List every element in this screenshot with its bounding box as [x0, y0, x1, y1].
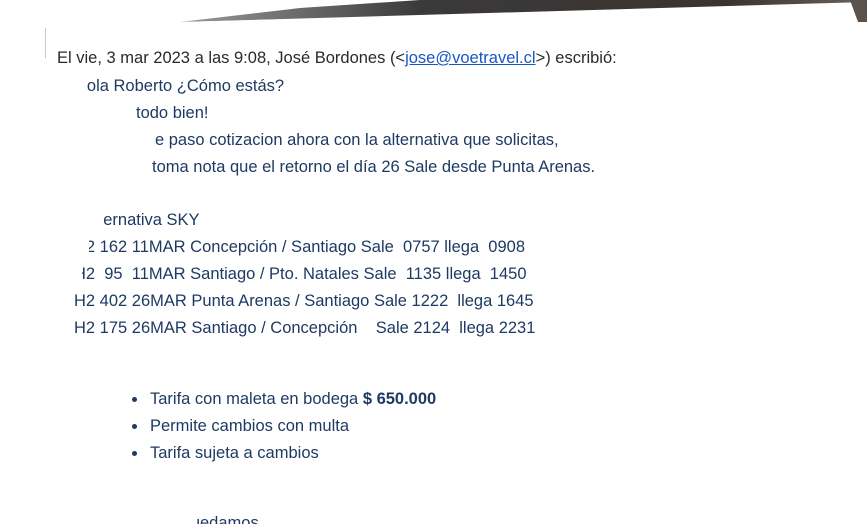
quote-header-prefix: El vie, 3 mar 2023 a las 9:08, José Bord…	[57, 49, 406, 67]
flight-row-4: H2 175 26MAR Santiago / Concepción Sale …	[74, 319, 536, 337]
sender-email-link[interactable]: jose@voetravel.cl	[405, 49, 535, 67]
flight-row-2: H2 95 11MAR Santiago / Pto. Natales Sale…	[82, 265, 527, 283]
bullet-icon	[132, 397, 137, 402]
body-line-return-note: toma nota que el retorno el día 26 Sale …	[152, 158, 596, 176]
fare-price: $ 650.000	[362, 390, 437, 408]
quote-header: El vie, 3 mar 2023 a las 9:08, José Bord…	[57, 49, 617, 68]
quote-rule	[45, 28, 46, 58]
footer-fragment: Quedamos	[195, 514, 259, 524]
bullet-icon	[132, 451, 137, 456]
flight-row-3: H2 402 26MAR Punta Arenas / Santiago Sal…	[74, 292, 534, 310]
body-line-status: todo bien!	[136, 104, 209, 122]
fare-label: Tarifa con maleta en bodega	[150, 390, 363, 408]
bullet-icon	[132, 424, 137, 429]
body-line-greeting: Hola Roberto ¿Cómo estás?	[86, 77, 285, 95]
subject-to-change-label: Tarifa sujeta a cambios	[150, 444, 319, 462]
changes-label: Permite cambios con multa	[150, 417, 349, 435]
body-line-quote: e paso cotizacion ahora con la alternati…	[155, 131, 559, 149]
quote-header-suffix: >) escribió:	[535, 49, 617, 67]
top-banner-shadow	[180, 0, 867, 22]
flight-row-1: H2 162 11MAR Concepción / Santiago Sale …	[89, 238, 526, 256]
email-reply-view: El vie, 3 mar 2023 a las 9:08, José Bord…	[0, 0, 867, 524]
body-line-alternative-title: Alternativa SKY	[104, 211, 200, 229]
